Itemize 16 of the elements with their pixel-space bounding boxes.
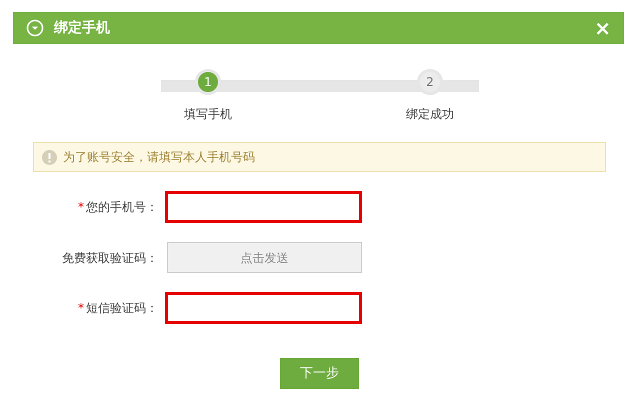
collapse-icon[interactable] xyxy=(26,19,44,37)
close-button[interactable]: × xyxy=(594,18,611,38)
notice-text: 为了账号安全，请填写本人手机号码 xyxy=(63,149,255,166)
required-mark: * xyxy=(78,199,84,216)
next-button[interactable]: 下一步 xyxy=(280,358,359,389)
step-label: 绑定成功 xyxy=(406,106,454,123)
input-field[interactable] xyxy=(165,191,362,223)
required-mark: * xyxy=(78,300,84,317)
field-label: 短信验证码： xyxy=(86,300,158,317)
warning-icon xyxy=(42,150,57,164)
step-label: 填写手机 xyxy=(184,106,232,123)
dialog-title: 绑定手机 xyxy=(54,18,110,38)
field-label: 您的手机号： xyxy=(86,199,158,216)
send-code-button[interactable]: 点击发送 xyxy=(167,242,362,273)
field-label: 免费获取验证码： xyxy=(62,250,158,266)
input-field[interactable] xyxy=(165,292,362,324)
